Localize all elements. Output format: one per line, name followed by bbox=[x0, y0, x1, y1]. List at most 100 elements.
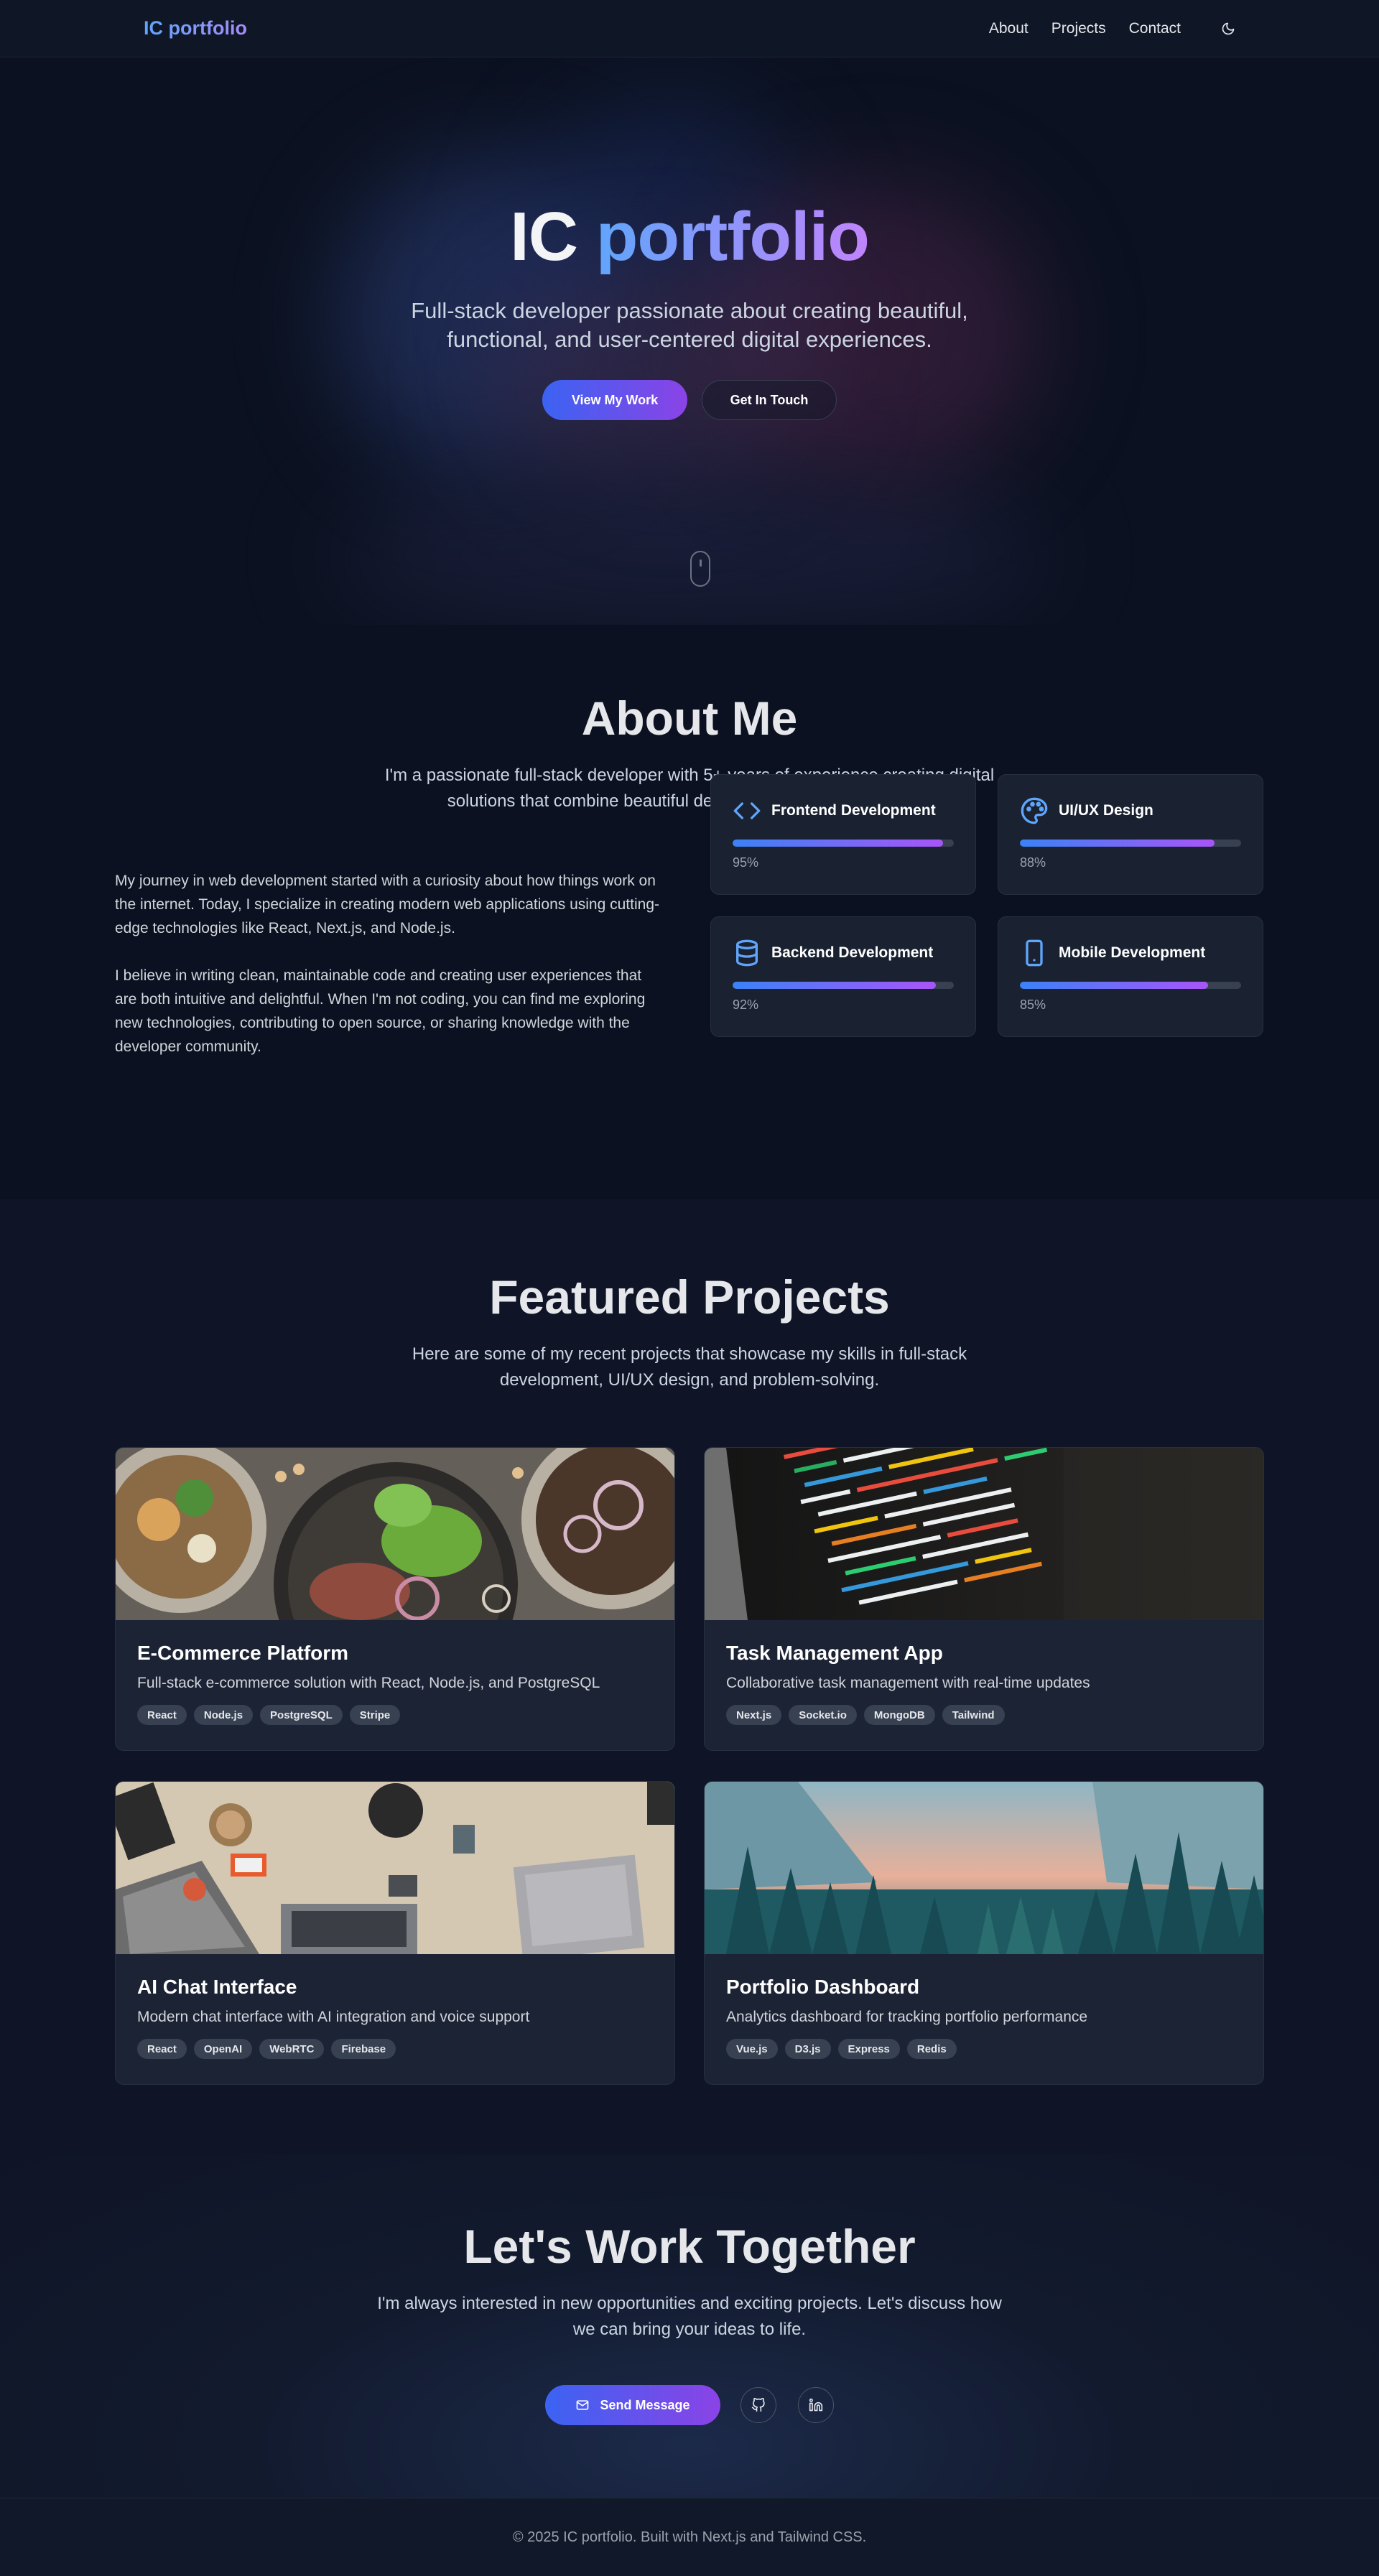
view-my-work-button[interactable]: View My Work bbox=[542, 380, 687, 420]
linkedin-link[interactable] bbox=[798, 2387, 834, 2423]
tag: Express bbox=[837, 2039, 900, 2059]
hero-actions: View My Work Get In Touch bbox=[0, 380, 1379, 420]
tag: OpenAI bbox=[193, 2039, 253, 2059]
food-bowls-image bbox=[116, 1448, 674, 1620]
skill-card-mobile: Mobile Development 85% bbox=[998, 916, 1263, 1037]
tag: Redis bbox=[906, 2039, 957, 2059]
hero-title: IC portfolio bbox=[0, 197, 1379, 276]
projects-title: Featured Projects bbox=[489, 1270, 890, 1324]
mail-icon bbox=[577, 2400, 589, 2410]
skill-name: UI/UX Design bbox=[1059, 802, 1153, 819]
project-tags: React OpenAI WebRTC Firebase bbox=[137, 2039, 653, 2059]
project-card[interactable]: Portfolio Dashboard Analytics dashboard … bbox=[704, 1781, 1264, 2085]
hero-section: IC portfolio Full-stack developer passio… bbox=[0, 57, 1379, 625]
moon-icon bbox=[1222, 22, 1235, 34]
project-description: Analytics dashboard for tracking portfol… bbox=[726, 2009, 1088, 2025]
project-title: AI Chat Interface bbox=[137, 1976, 297, 1998]
github-icon bbox=[751, 2398, 765, 2412]
forest-valley-image bbox=[705, 1782, 1263, 1954]
skill-progress-bar bbox=[733, 840, 954, 847]
tag: Tailwind bbox=[942, 1705, 1005, 1725]
skill-card-backend: Backend Development 92% bbox=[710, 916, 976, 1037]
skill-progress-fill bbox=[733, 840, 943, 847]
smartphone-icon bbox=[1020, 939, 1049, 967]
hero-glow bbox=[330, 488, 1049, 625]
about-paragraph: I believe in writing clean, maintainable… bbox=[115, 967, 646, 1055]
project-description: Full-stack e-commerce solution with Reac… bbox=[137, 1675, 600, 1691]
desk-laptops-image bbox=[116, 1782, 674, 1954]
palette-icon bbox=[1020, 796, 1049, 825]
project-description: Collaborative task management with real-… bbox=[726, 1675, 1090, 1691]
about-paragraph: My journey in web development started wi… bbox=[115, 873, 659, 936]
hero-content: IC portfolio Full-stack developer passio… bbox=[0, 197, 1379, 420]
top-navbar: IC portfolio About Projects Contact bbox=[0, 0, 1379, 57]
tag: React bbox=[137, 1705, 187, 1725]
about-title: About Me bbox=[581, 692, 798, 745]
skill-percent: 85% bbox=[1020, 998, 1046, 1012]
projects-subtitle: Here are some of my recent projects that… bbox=[412, 1344, 967, 1390]
tag: React bbox=[137, 2039, 187, 2059]
contact-actions: Send Message bbox=[0, 2385, 1379, 2425]
skill-name: Backend Development bbox=[771, 944, 934, 961]
contact-subtitle: I'm always interested in new opportuniti… bbox=[377, 2294, 1002, 2339]
theme-toggle-button[interactable] bbox=[1212, 13, 1244, 45]
code-screen-image bbox=[705, 1448, 1263, 1620]
site-footer: © 2025 IC portfolio. Built with Next.js … bbox=[0, 2498, 1379, 2576]
code-icon bbox=[733, 796, 761, 825]
about-section: About Me I'm a passionate full-stack dev… bbox=[0, 625, 1379, 1199]
tag: WebRTC bbox=[259, 2039, 325, 2059]
footer-copyright: © 2025 IC portfolio. Built with Next.js … bbox=[512, 2529, 867, 2545]
skill-progress-fill bbox=[1020, 982, 1208, 989]
skill-percent: 92% bbox=[733, 998, 759, 1012]
tag: MongoDB bbox=[863, 1705, 935, 1725]
nav-link-projects[interactable]: Projects bbox=[1051, 20, 1106, 37]
skill-progress-bar bbox=[733, 982, 954, 989]
contact-section: Let's Work Together I'm always intereste… bbox=[0, 2154, 1379, 2498]
hero-subtitle: Full-stack developer passionate about cr… bbox=[411, 298, 968, 352]
skill-progress-fill bbox=[733, 982, 937, 989]
project-description: Modern chat interface with AI integratio… bbox=[137, 2009, 530, 2025]
tag: Firebase bbox=[331, 2039, 396, 2059]
get-in-touch-button[interactable]: Get In Touch bbox=[702, 380, 837, 420]
skill-name: Mobile Development bbox=[1059, 944, 1206, 961]
send-message-button[interactable]: Send Message bbox=[545, 2385, 720, 2425]
github-link[interactable] bbox=[740, 2387, 776, 2423]
skill-card-uiux: UI/UX Design 88% bbox=[998, 774, 1263, 895]
skill-name: Frontend Development bbox=[771, 802, 936, 819]
project-title: E-Commerce Platform bbox=[137, 1642, 349, 1664]
tag: Vue.js bbox=[726, 2039, 778, 2059]
mouse-scroll-icon[interactable] bbox=[690, 551, 710, 587]
skill-percent: 95% bbox=[733, 855, 759, 870]
main-nav: About Projects Contact bbox=[989, 13, 1244, 45]
skill-progress-fill bbox=[1020, 840, 1215, 847]
project-grid: E-Commerce Platform Full-stack e-commerc… bbox=[115, 1447, 1264, 2085]
tag: PostgreSQL bbox=[260, 1705, 343, 1725]
site-logo[interactable]: IC portfolio bbox=[144, 17, 247, 39]
nav-link-contact[interactable]: Contact bbox=[1129, 20, 1181, 37]
tag: Socket.io bbox=[789, 1705, 857, 1725]
hero-title-main: IC bbox=[510, 198, 578, 275]
database-icon bbox=[733, 939, 761, 967]
project-card[interactable]: Task Management App Collaborative task m… bbox=[704, 1447, 1264, 1751]
projects-section: Featured Projects Here are some of my re… bbox=[0, 1199, 1379, 2154]
skill-percent: 88% bbox=[1020, 855, 1046, 870]
project-card[interactable]: AI Chat Interface Modern chat interface … bbox=[115, 1781, 675, 2085]
skills-grid: Frontend Development 95% UI/UX Design 88… bbox=[710, 774, 1264, 1037]
project-tags: Next.js Socket.io MongoDB Tailwind bbox=[726, 1705, 1242, 1725]
tag: Next.js bbox=[726, 1705, 782, 1725]
project-tags: Vue.js D3.js Express Redis bbox=[726, 2039, 1242, 2059]
about-text: My journey in web development started wi… bbox=[115, 869, 661, 1082]
tag: Node.js bbox=[193, 1705, 254, 1725]
linkedin-icon bbox=[809, 2398, 823, 2412]
hero-title-accent: portfolio bbox=[595, 198, 870, 275]
project-tags: React Node.js PostgreSQL Stripe bbox=[137, 1705, 653, 1725]
tag: D3.js bbox=[784, 2039, 831, 2059]
nav-link-about[interactable]: About bbox=[989, 20, 1029, 37]
tag: Stripe bbox=[349, 1705, 401, 1725]
skill-progress-bar bbox=[1020, 840, 1241, 847]
send-message-label: Send Message bbox=[600, 2397, 690, 2412]
contact-title: Let's Work Together bbox=[463, 2220, 916, 2273]
skill-card-frontend: Frontend Development 95% bbox=[710, 774, 976, 895]
skill-progress-bar bbox=[1020, 982, 1241, 989]
project-card[interactable]: E-Commerce Platform Full-stack e-commerc… bbox=[115, 1447, 675, 1751]
